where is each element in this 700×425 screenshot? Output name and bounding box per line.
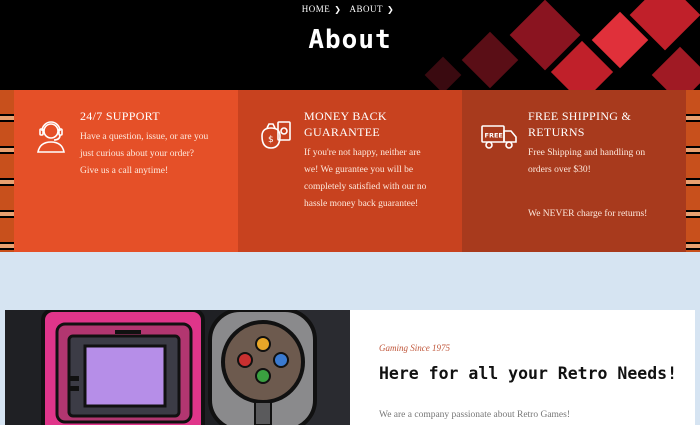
feature-text-line: we! We gurantee you will be: [304, 165, 414, 175]
brick-border-left: [0, 90, 14, 252]
decor-pixel: [424, 56, 462, 90]
chevron-right-icon: ❯: [334, 5, 342, 14]
feature-money-back: $ MONEY BACK GUARANTEE If you're not hap…: [238, 90, 462, 252]
headset-support-icon: [37, 121, 65, 153]
feature-text-line: orders over $30!: [528, 165, 591, 175]
brick-border-right: [686, 90, 700, 252]
feature-text: Free Shipping and handling on orders ove…: [528, 145, 678, 179]
feature-extra-text: We NEVER charge for returns!: [528, 209, 648, 219]
page-title: About: [308, 25, 392, 55]
feature-support: 24/7 SUPPORT Have a question, issue, or …: [14, 90, 238, 252]
feature-free-shipping: FREE FREE SHIPPING & RETURNS Free Shippi…: [462, 90, 686, 252]
feature-title-line: FREE SHIPPING &: [528, 109, 632, 123]
about-eyebrow: Gaming Since 1975: [379, 343, 450, 353]
retro-consoles-image: [5, 310, 350, 425]
chevron-right-icon: ❯: [387, 5, 395, 14]
feature-title-line: GUARANTEE: [304, 125, 381, 139]
features-band: 24/7 SUPPORT Have a question, issue, or …: [0, 90, 700, 252]
feature-text: If you're not happy, neither are we! We …: [304, 145, 454, 213]
breadcrumb: HOME ❯ ABOUT ❯: [0, 4, 700, 14]
feature-text-line: Have a question, issue, or are you: [80, 132, 209, 142]
feature-title: FREE SHIPPING & RETURNS: [528, 108, 678, 140]
about-section: Gaming Since 1975 Here for all your Retr…: [5, 310, 695, 425]
svg-text:$: $: [268, 135, 274, 145]
feature-text-line: hassle money back guarantee!: [304, 199, 419, 209]
feature-title-line: RETURNS: [528, 125, 585, 139]
feature-text-line: If you're not happy, neither are: [304, 148, 421, 158]
about-text: We are a company passionate about Retro …: [379, 410, 571, 420]
feature-text-line: Free Shipping and handling on: [528, 148, 646, 158]
feature-title: MONEY BACK GUARANTEE: [304, 108, 454, 140]
feature-text: Have a question, issue, or are you just …: [80, 129, 230, 180]
breadcrumb-home-link[interactable]: HOME: [302, 4, 331, 14]
page-hero: HOME ❯ ABOUT ❯ About: [0, 0, 700, 90]
about-heading: Here for all your Retro Needs!: [379, 364, 678, 383]
money-bag-icon: $: [261, 121, 291, 149]
feature-title: 24/7 SUPPORT: [80, 109, 160, 123]
feature-text-line: completely satisfied with our no: [304, 182, 427, 192]
retro-consoles-illustration: [5, 310, 350, 425]
feature-text-line: Give us a call anytime!: [80, 166, 169, 176]
free-shipping-truck-icon: FREE: [481, 125, 517, 149]
feature-text-line: just curious about your order?: [80, 149, 194, 159]
breadcrumb-about-link[interactable]: ABOUT: [350, 4, 384, 14]
svg-text:FREE: FREE: [485, 132, 503, 140]
feature-title-line: MONEY BACK: [304, 109, 387, 123]
